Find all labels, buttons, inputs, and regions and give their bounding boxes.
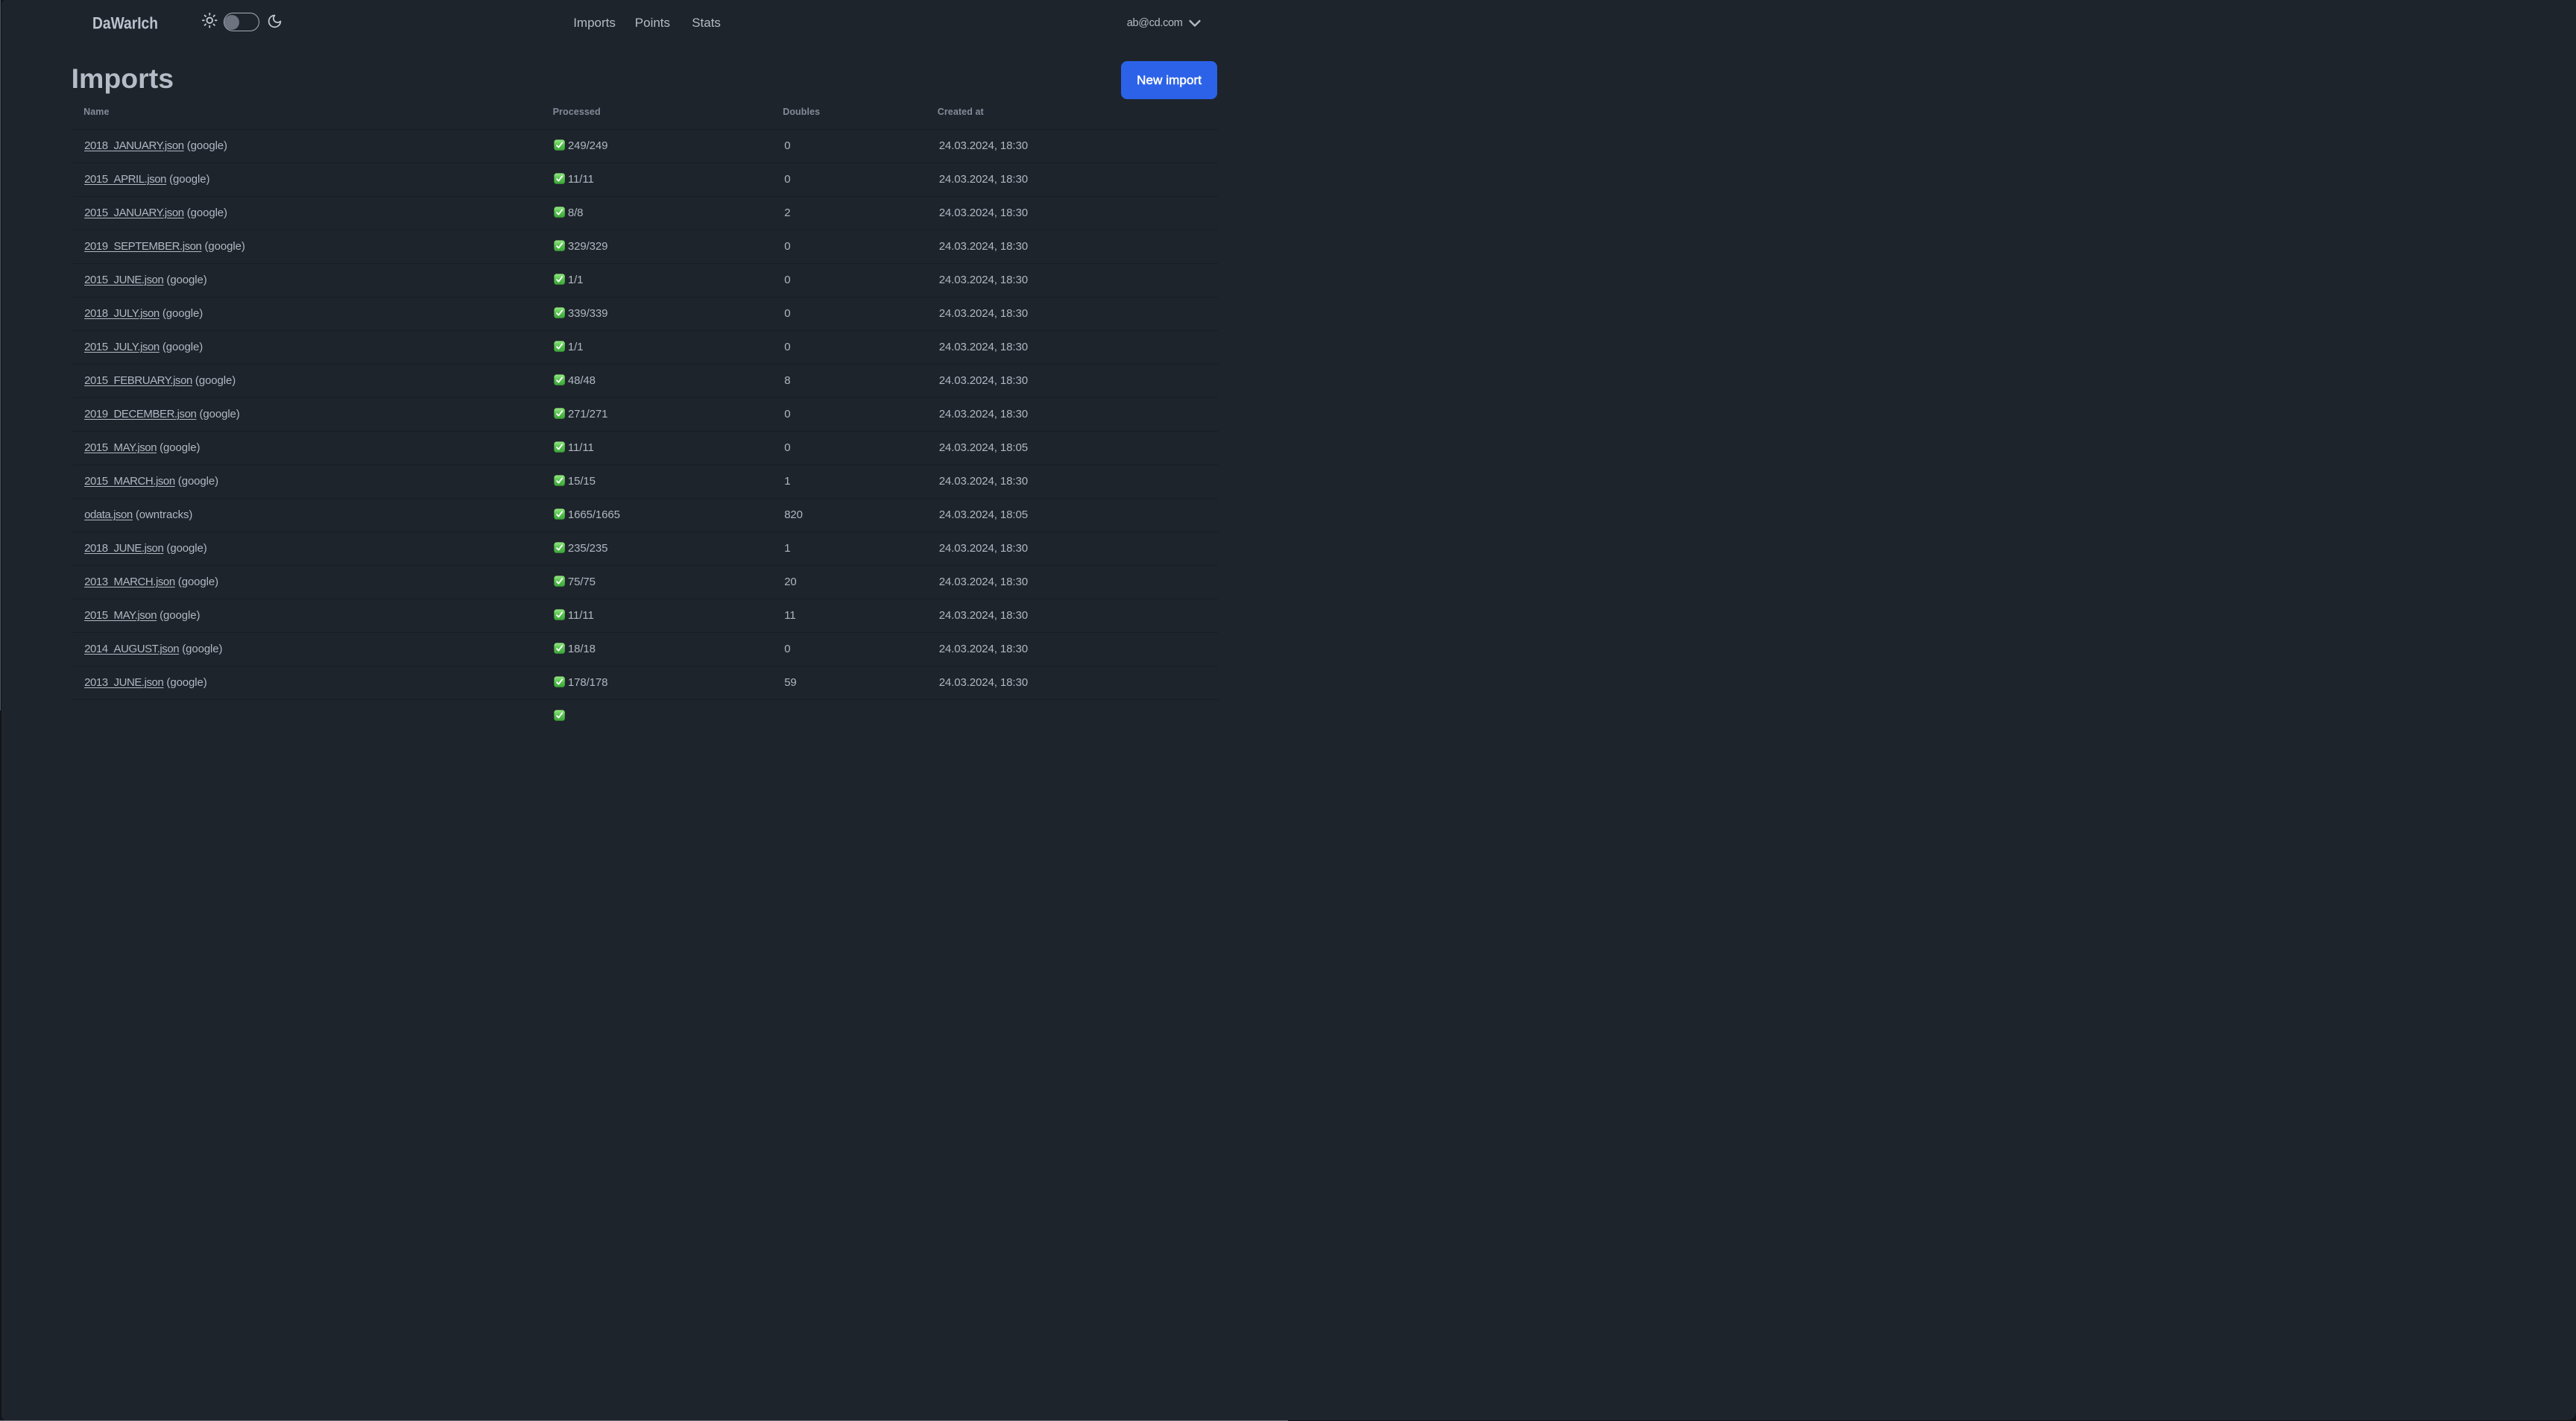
svg-text:DaWarIch: DaWarIch <box>92 13 158 32</box>
